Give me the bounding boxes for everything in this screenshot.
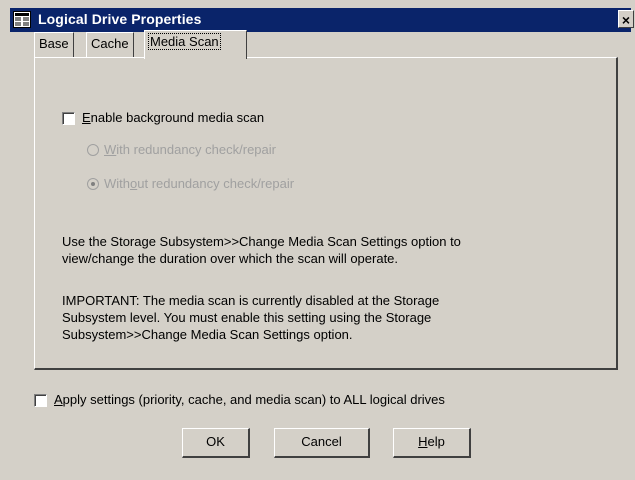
cancel-button[interactable]: Cancel [274,428,370,458]
info-line-2: view/change the duration over which the … [62,251,399,266]
help-label-rest: elp [427,434,445,449]
tab-cache-label: Cache [91,36,129,51]
cancel-label: Cancel [301,434,342,449]
important-text: IMPORTANT: The media scan is currently d… [62,292,439,343]
apply-all-checkbox[interactable] [34,394,47,407]
radio-selected-dot [91,182,95,186]
important-line-3: Subsystem>>Change Media Scan Settings op… [62,327,353,342]
apply-mnemonic: A [54,392,63,407]
tab-base-label: Base [39,36,69,51]
close-icon: × [621,12,631,28]
ok-label: OK [206,434,225,449]
with-label-rest: ith redundancy check/repair [116,142,276,157]
enable-media-scan-checkbox[interactable] [62,112,75,125]
enable-label-rest: nable background media scan [90,110,265,125]
tab-media-scan-label: Media Scan [148,33,221,50]
enable-media-scan-label[interactable]: Enable background media scan [82,110,264,125]
info-line-1: Use the Storage Subsystem>>Change Media … [62,234,461,249]
help-mnemonic: H [418,434,428,449]
help-button[interactable]: Help [393,428,471,458]
important-line-2: Subsystem level. You must enable this se… [62,310,432,325]
tab-cache[interactable]: Cache [86,32,134,57]
title-bar[interactable]: Logical Drive Properties × [10,8,634,32]
with-mnemonic: W [104,142,117,157]
ok-button[interactable]: OK [182,428,250,458]
enable-mnemonic: E [82,110,91,125]
apply-all-label[interactable]: Apply settings (priority, cache, and med… [54,392,445,407]
close-button[interactable]: × [618,10,634,28]
dialog-window: Logical Drive Properties × Base Cache Me… [0,0,635,480]
radio-with-redundancy-label: With redundancy check/repair [104,142,276,157]
window-title: Logical Drive Properties [38,11,202,27]
without-label-pre: With [104,176,130,191]
tab-base[interactable]: Base [34,32,74,57]
info-text: Use the Storage Subsystem>>Change Media … [62,233,461,267]
radio-with-redundancy[interactable] [87,144,99,156]
drive-properties-icon [13,11,31,28]
without-label-rest: ut redundancy check/repair [137,176,295,191]
important-line-1: IMPORTANT: The media scan is currently d… [62,293,440,308]
radio-without-redundancy[interactable] [87,178,99,190]
apply-label-rest: pply settings (priority, cache, and medi… [62,392,445,407]
tab-media-scan[interactable]: Media Scan [144,30,247,59]
radio-without-redundancy-label: Without redundancy check/repair [104,176,294,191]
